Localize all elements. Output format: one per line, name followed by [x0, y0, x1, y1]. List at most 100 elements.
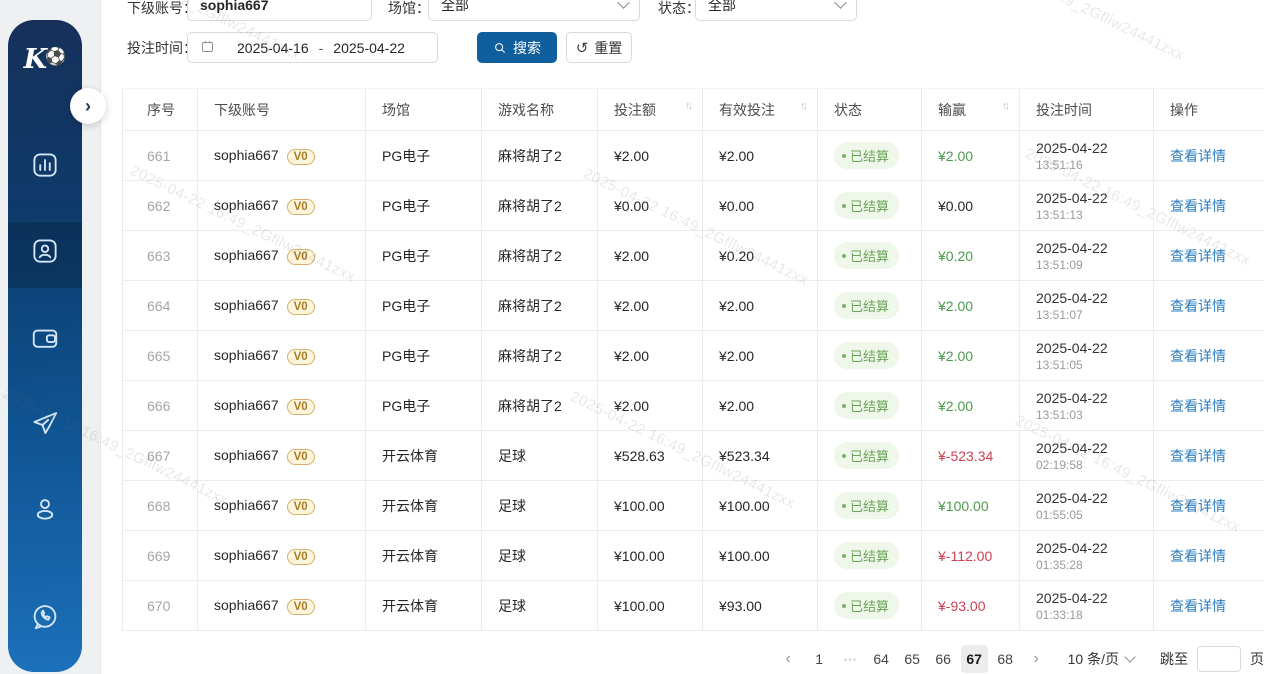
status-badge: 已结算	[834, 292, 899, 319]
cell-valid-bet: ¥2.00	[703, 131, 818, 181]
status-badge: 已结算	[834, 342, 899, 369]
view-details-link[interactable]: 查看详情	[1170, 448, 1226, 464]
chevron-down-icon	[834, 0, 847, 8]
cell-game: 足球	[482, 531, 598, 581]
stats-icon[interactable]	[27, 147, 63, 183]
cell-venue: PG电子	[366, 281, 482, 331]
profile-icon[interactable]	[27, 491, 63, 527]
cell-index: 666	[123, 381, 198, 431]
support-icon[interactable]	[27, 599, 63, 635]
date-range-picker[interactable]: 2025-04-16 - 2025-04-22	[187, 32, 438, 63]
view-details-link[interactable]: 查看详情	[1170, 248, 1226, 264]
cell-action: 查看详情	[1154, 431, 1265, 481]
cell-bet-amount: ¥2.00	[598, 281, 703, 331]
view-details-link[interactable]: 查看详情	[1170, 148, 1226, 164]
cell-valid-bet: ¥100.00	[703, 531, 818, 581]
cell-game: 足球	[482, 481, 598, 531]
sort-icon[interactable]: ↑↓	[685, 100, 690, 112]
status-badge: 已结算	[834, 542, 899, 569]
sidebar-expand-button[interactable]: ›	[70, 88, 106, 124]
reset-icon: ↺	[576, 39, 589, 57]
column-header: 操作	[1154, 89, 1265, 131]
search-button[interactable]: 搜索	[477, 32, 557, 63]
cell-winloss: ¥2.00	[922, 281, 1020, 331]
chevron-down-icon	[1124, 651, 1135, 662]
venue-select[interactable]: 全部	[428, 0, 640, 21]
view-details-link[interactable]: 查看详情	[1170, 598, 1226, 614]
cell-action: 查看详情	[1154, 531, 1265, 581]
sort-icon[interactable]: ↑↓	[800, 100, 805, 112]
jump-to-page-input[interactable]	[1197, 646, 1241, 672]
wallet-icon[interactable]	[27, 320, 63, 356]
page-button-64[interactable]: 64	[868, 645, 895, 673]
status-dot-icon	[842, 454, 846, 458]
page-button-65[interactable]: 65	[899, 645, 926, 673]
table-row: 668sophia667V0开云体育足球¥100.00¥100.00已结算¥10…	[123, 481, 1265, 531]
cell-game: 麻将胡了2	[482, 331, 598, 381]
status-dot-icon	[842, 504, 846, 508]
bet-records-page: K⚽ › 下级账号： sophia667 场馆： 全部 状态： 全部 投注时间：…	[0, 0, 1280, 674]
status-select[interactable]: 全部	[695, 0, 857, 21]
view-details-link[interactable]: 查看详情	[1170, 548, 1226, 564]
sidebar: K⚽	[8, 20, 82, 672]
reset-button[interactable]: ↺ 重置	[566, 32, 632, 63]
view-details-link[interactable]: 查看详情	[1170, 398, 1226, 414]
cell-action: 查看详情	[1154, 281, 1265, 331]
soccer-ball-icon: ⚽	[45, 47, 66, 67]
cell-bet-amount: ¥2.00	[598, 331, 703, 381]
page-button-68[interactable]: 68	[992, 645, 1019, 673]
sort-icon[interactable]: ↑↓	[1002, 100, 1007, 112]
view-details-link[interactable]: 查看详情	[1170, 298, 1226, 314]
prev-page-button[interactable]: ‹	[775, 645, 802, 673]
cell-bet-amount: ¥100.00	[598, 581, 703, 631]
column-header: 下级账号	[198, 89, 366, 131]
cell-bet-amount: ¥100.00	[598, 481, 703, 531]
cell-status: 已结算	[818, 131, 922, 181]
cell-status: 已结算	[818, 531, 922, 581]
page-button-1[interactable]: 1	[806, 645, 833, 673]
cell-valid-bet: ¥0.20	[703, 231, 818, 281]
vip-badge: V0	[287, 399, 315, 415]
chevron-down-icon	[617, 0, 630, 8]
cell-action: 查看详情	[1154, 381, 1265, 431]
account-input[interactable]: sophia667	[187, 0, 372, 21]
send-icon[interactable]	[27, 405, 63, 441]
pagination: ‹ 1⋯6465666768 › 10 条/页 跳至 页	[775, 644, 1264, 674]
member-icon[interactable]	[27, 233, 63, 269]
page-button-66[interactable]: 66	[930, 645, 957, 673]
page-button-67[interactable]: 67	[961, 645, 988, 673]
cell-index: 665	[123, 331, 198, 381]
table-row: 666sophia667V0PG电子麻将胡了2¥2.00¥2.00已结算¥2.0…	[123, 381, 1265, 431]
cell-account: sophia667V0	[198, 131, 366, 181]
cell-venue: 开云体育	[366, 581, 482, 631]
status-badge: 已结算	[834, 442, 899, 469]
next-page-button[interactable]: ›	[1023, 645, 1050, 673]
cell-index: 670	[123, 581, 198, 631]
bet-records-table: 序号下级账号场馆游戏名称投注额↑↓有效投注↑↓状态输赢↑↓投注时间操作 661s…	[122, 88, 1265, 631]
view-details-link[interactable]: 查看详情	[1170, 198, 1226, 214]
cell-index: 667	[123, 431, 198, 481]
vip-badge: V0	[287, 549, 315, 565]
cell-bet-time: 2025-04-2213:51:16	[1020, 131, 1154, 181]
column-header: 投注额↑↓	[598, 89, 703, 131]
cell-game: 麻将胡了2	[482, 131, 598, 181]
status-dot-icon	[842, 554, 846, 558]
cell-bet-amount: ¥0.00	[598, 181, 703, 231]
column-header: 有效投注↑↓	[703, 89, 818, 131]
cell-game: 足球	[482, 431, 598, 481]
date-separator: -	[319, 40, 324, 56]
vip-badge: V0	[287, 199, 315, 215]
cell-action: 查看详情	[1154, 581, 1265, 631]
page-size-select[interactable]: 10 条/页	[1068, 649, 1134, 669]
date-start: 2025-04-16	[237, 40, 309, 56]
column-header: 场馆	[366, 89, 482, 131]
page-ellipsis: ⋯	[837, 645, 864, 673]
vip-badge: V0	[287, 449, 315, 465]
cell-venue: 开云体育	[366, 481, 482, 531]
column-header: 投注时间	[1020, 89, 1154, 131]
status-dot-icon	[842, 154, 846, 158]
view-details-link[interactable]: 查看详情	[1170, 348, 1226, 364]
cell-account: sophia667V0	[198, 581, 366, 631]
view-details-link[interactable]: 查看详情	[1170, 498, 1226, 514]
cell-bet-time: 2025-04-2201:33:18	[1020, 581, 1154, 631]
